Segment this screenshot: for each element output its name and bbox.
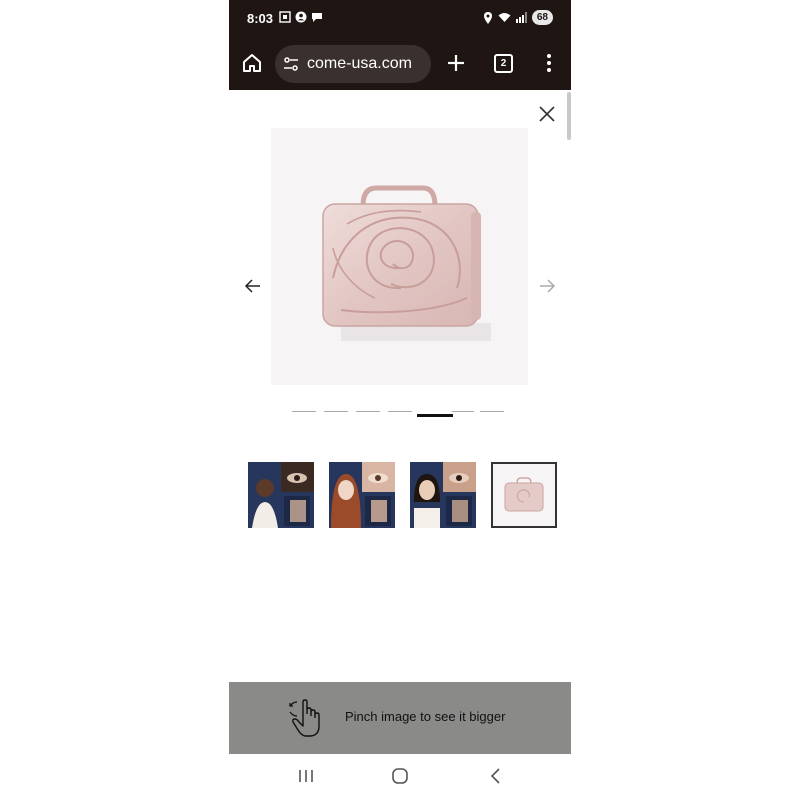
pager-dot[interactable] xyxy=(324,411,348,412)
more-vert-icon[interactable] xyxy=(539,52,559,74)
arrow-left-icon[interactable] xyxy=(244,278,262,294)
close-icon[interactable] xyxy=(537,104,557,124)
thumb-model-red-hair[interactable] xyxy=(329,462,395,528)
pinch-hint-banner: Pinch image to see it bigger xyxy=(229,682,571,754)
screenshot-icon xyxy=(279,11,291,23)
wifi-icon xyxy=(498,13,511,22)
status-time: 8:03 xyxy=(247,11,274,26)
tabs-icon[interactable]: 2 xyxy=(494,54,513,73)
url-text: come-usa.com xyxy=(307,55,412,72)
chat-icon xyxy=(312,13,322,22)
status-bar: 8:03 68 xyxy=(229,0,571,38)
battery-indicator: 68 xyxy=(531,10,553,25)
thumb-model-dark-skin[interactable] xyxy=(248,462,314,528)
pager-dot[interactable] xyxy=(356,411,380,412)
scrollbar[interactable] xyxy=(567,92,571,140)
status-icons-left xyxy=(279,11,323,23)
thumb-rose-case[interactable] xyxy=(491,462,557,528)
phone-screen: 8:03 68 come-usa.com 2 Pinch image to se… xyxy=(229,0,571,800)
home-circle-icon[interactable] xyxy=(391,767,409,785)
arrow-right-icon[interactable] xyxy=(538,278,556,294)
product-main-image[interactable] xyxy=(271,128,528,385)
pager-dot-active[interactable] xyxy=(417,414,453,417)
pager-dot[interactable] xyxy=(480,411,504,412)
plus-icon[interactable] xyxy=(445,52,467,74)
location-icon xyxy=(483,11,492,24)
thumbnail-strip xyxy=(248,462,558,530)
site-settings-icon[interactable] xyxy=(283,56,299,72)
rose-case-image xyxy=(322,185,491,341)
address-bar[interactable]: come-usa.com xyxy=(275,45,431,83)
pager-dot[interactable] xyxy=(292,411,316,412)
back-icon[interactable] xyxy=(489,767,503,785)
tab-count: 2 xyxy=(500,58,507,69)
account-icon xyxy=(295,11,307,23)
recent-apps-icon[interactable] xyxy=(297,768,315,784)
pager-dot[interactable] xyxy=(452,411,474,412)
image-pager xyxy=(292,409,512,419)
home-icon[interactable] xyxy=(241,52,263,74)
status-icons-right: 68 xyxy=(483,10,553,25)
pinch-hand-icon xyxy=(289,699,320,737)
system-nav-bar xyxy=(229,754,571,800)
thumb-model-asian[interactable] xyxy=(410,462,476,528)
pager-dot[interactable] xyxy=(388,411,412,412)
pinch-hint-text: Pinch image to see it bigger xyxy=(345,709,506,724)
signal-icon xyxy=(515,12,527,23)
browser-toolbar: come-usa.com 2 xyxy=(229,38,571,90)
